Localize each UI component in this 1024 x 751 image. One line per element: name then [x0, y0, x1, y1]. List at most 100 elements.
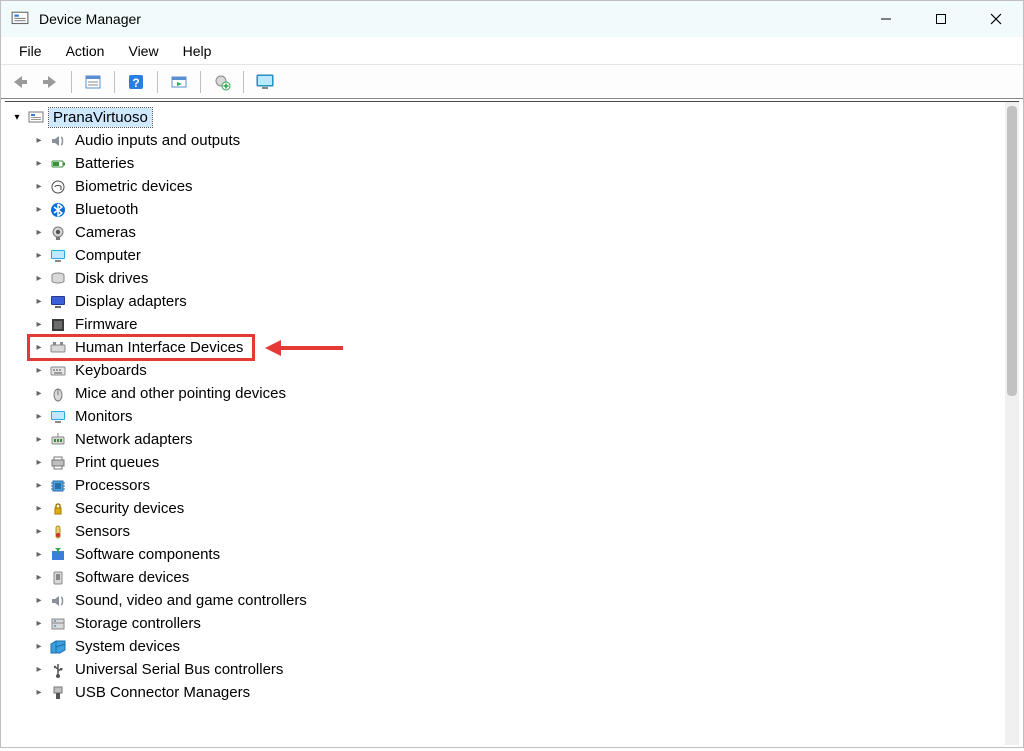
category-swdev[interactable]: ▸Software devices [31, 566, 1019, 589]
category-usb[interactable]: ▸ Universal Serial Bus controllers [31, 658, 1019, 681]
category-label: Sensors [71, 522, 134, 541]
category-network[interactable]: ▸ Network adapters [31, 428, 1019, 451]
close-button[interactable] [968, 1, 1023, 37]
chevron-right-icon[interactable]: ▸ [31, 664, 47, 675]
category-label: Monitors [71, 407, 137, 426]
security-icon [49, 500, 67, 518]
category-cameras[interactable]: ▸ Cameras [31, 221, 1019, 244]
chevron-right-icon[interactable]: ▸ [31, 273, 47, 284]
category-label: Cameras [71, 223, 140, 242]
vertical-scrollbar[interactable] [1005, 102, 1019, 745]
category-storage[interactable]: ▸Storage controllers [31, 612, 1019, 635]
category-svgame[interactable]: ▸Sound, video and game controllers [31, 589, 1019, 612]
audio-icon [49, 132, 67, 150]
minimize-button[interactable] [858, 1, 913, 37]
chevron-right-icon[interactable]: ▸ [31, 411, 47, 422]
chevron-right-icon[interactable]: ▸ [31, 135, 47, 146]
menu-help[interactable]: Help [173, 39, 222, 63]
category-label: USB Connector Managers [71, 683, 254, 702]
print-icon [49, 454, 67, 472]
window: Device Manager File Action View Help [0, 0, 1024, 748]
chevron-right-icon[interactable]: ▸ [31, 365, 47, 376]
chevron-right-icon[interactable]: ▸ [31, 618, 47, 629]
chevron-right-icon[interactable]: ▸ [31, 503, 47, 514]
category-audio[interactable]: ▸Audio inputs and outputs [31, 129, 1019, 152]
category-hid[interactable]: ▸ Human Interface Devices [31, 336, 1019, 359]
help-button[interactable]: ? [123, 69, 149, 95]
menubar: File Action View Help [1, 37, 1023, 65]
category-label: Computer [71, 246, 145, 265]
chevron-right-icon[interactable]: ▸ [31, 227, 47, 238]
category-computer[interactable]: ▸ Computer [31, 244, 1019, 267]
show-monitor-button[interactable] [252, 69, 278, 95]
category-label: Mice and other pointing devices [71, 384, 290, 403]
category-keyboards[interactable]: ▸Keyboards [31, 359, 1019, 382]
category-label: Print queues [71, 453, 163, 472]
mice-icon [49, 385, 67, 403]
chevron-right-icon[interactable]: ▸ [31, 457, 47, 468]
chevron-right-icon[interactable]: ▸ [31, 158, 47, 169]
bluetooth-icon [49, 201, 67, 219]
titlebar: Device Manager [1, 1, 1023, 37]
chevron-right-icon[interactable]: ▸ [31, 595, 47, 606]
chevron-right-icon[interactable]: ▸ [31, 526, 47, 537]
menu-action[interactable]: Action [56, 39, 115, 63]
menu-view[interactable]: View [118, 39, 168, 63]
back-button[interactable] [7, 69, 33, 95]
category-sensors[interactable]: ▸ Sensors [31, 520, 1019, 543]
chevron-right-icon[interactable]: ▸ [31, 204, 47, 215]
add-legacy-button[interactable] [209, 69, 235, 95]
chevron-down-icon[interactable]: ▾ [9, 112, 25, 123]
chevron-right-icon[interactable]: ▸ [31, 434, 47, 445]
keyboards-icon [49, 362, 67, 380]
category-batteries[interactable]: ▸Batteries [31, 152, 1019, 175]
chevron-right-icon[interactable]: ▸ [31, 342, 47, 353]
chevron-right-icon[interactable]: ▸ [31, 641, 47, 652]
menu-file[interactable]: File [9, 39, 52, 63]
monitors-icon [49, 408, 67, 426]
hid-icon [49, 339, 67, 357]
chevron-right-icon[interactable]: ▸ [31, 549, 47, 560]
chevron-right-icon[interactable]: ▸ [31, 319, 47, 330]
scrollbar-thumb[interactable] [1007, 106, 1017, 396]
category-firmware[interactable]: ▸Firmware [31, 313, 1019, 336]
properties-button[interactable] [80, 69, 106, 95]
system-icon [49, 638, 67, 656]
tree-root[interactable]: ▾ PranaVirtuoso [9, 106, 1019, 129]
network-icon [49, 431, 67, 449]
chevron-right-icon[interactable]: ▸ [31, 250, 47, 261]
forward-button[interactable] [37, 69, 63, 95]
category-disk[interactable]: ▸Disk drives [31, 267, 1019, 290]
disk-icon [49, 270, 67, 288]
chevron-right-icon[interactable]: ▸ [31, 296, 47, 307]
chevron-right-icon[interactable]: ▸ [31, 388, 47, 399]
chevron-right-icon[interactable]: ▸ [31, 181, 47, 192]
category-label: Biometric devices [71, 177, 197, 196]
chevron-right-icon[interactable]: ▸ [31, 572, 47, 583]
cameras-icon [49, 224, 67, 242]
category-swcomp[interactable]: ▸Software components [31, 543, 1019, 566]
category-usbconn[interactable]: ▸ USB Connector Managers [31, 681, 1019, 704]
toolbar-separator [71, 71, 72, 93]
category-mice[interactable]: ▸ Mice and other pointing devices [31, 382, 1019, 405]
category-label: Universal Serial Bus controllers [71, 660, 287, 679]
root-label: PranaVirtuoso [49, 108, 152, 127]
category-security[interactable]: ▸Security devices [31, 497, 1019, 520]
svg-text:?: ? [132, 76, 139, 90]
category-bluetooth[interactable]: ▸Bluetooth [31, 198, 1019, 221]
maximize-button[interactable] [913, 1, 968, 37]
category-biometric[interactable]: ▸ Biometric devices [31, 175, 1019, 198]
toolbar-separator [200, 71, 201, 93]
category-monitors[interactable]: ▸ Monitors [31, 405, 1019, 428]
computer-icon [49, 247, 67, 265]
category-system[interactable]: ▸System devices [31, 635, 1019, 658]
scan-hardware-button[interactable] [166, 69, 192, 95]
category-processors[interactable]: ▸Processors [31, 474, 1019, 497]
swcomp-icon [49, 546, 67, 564]
category-print[interactable]: ▸ Print queues [31, 451, 1019, 474]
chevron-right-icon[interactable]: ▸ [31, 480, 47, 491]
category-label: Human Interface Devices [71, 338, 247, 357]
category-label: Network adapters [71, 430, 197, 449]
category-display[interactable]: ▸Display adapters [31, 290, 1019, 313]
chevron-right-icon[interactable]: ▸ [31, 687, 47, 698]
